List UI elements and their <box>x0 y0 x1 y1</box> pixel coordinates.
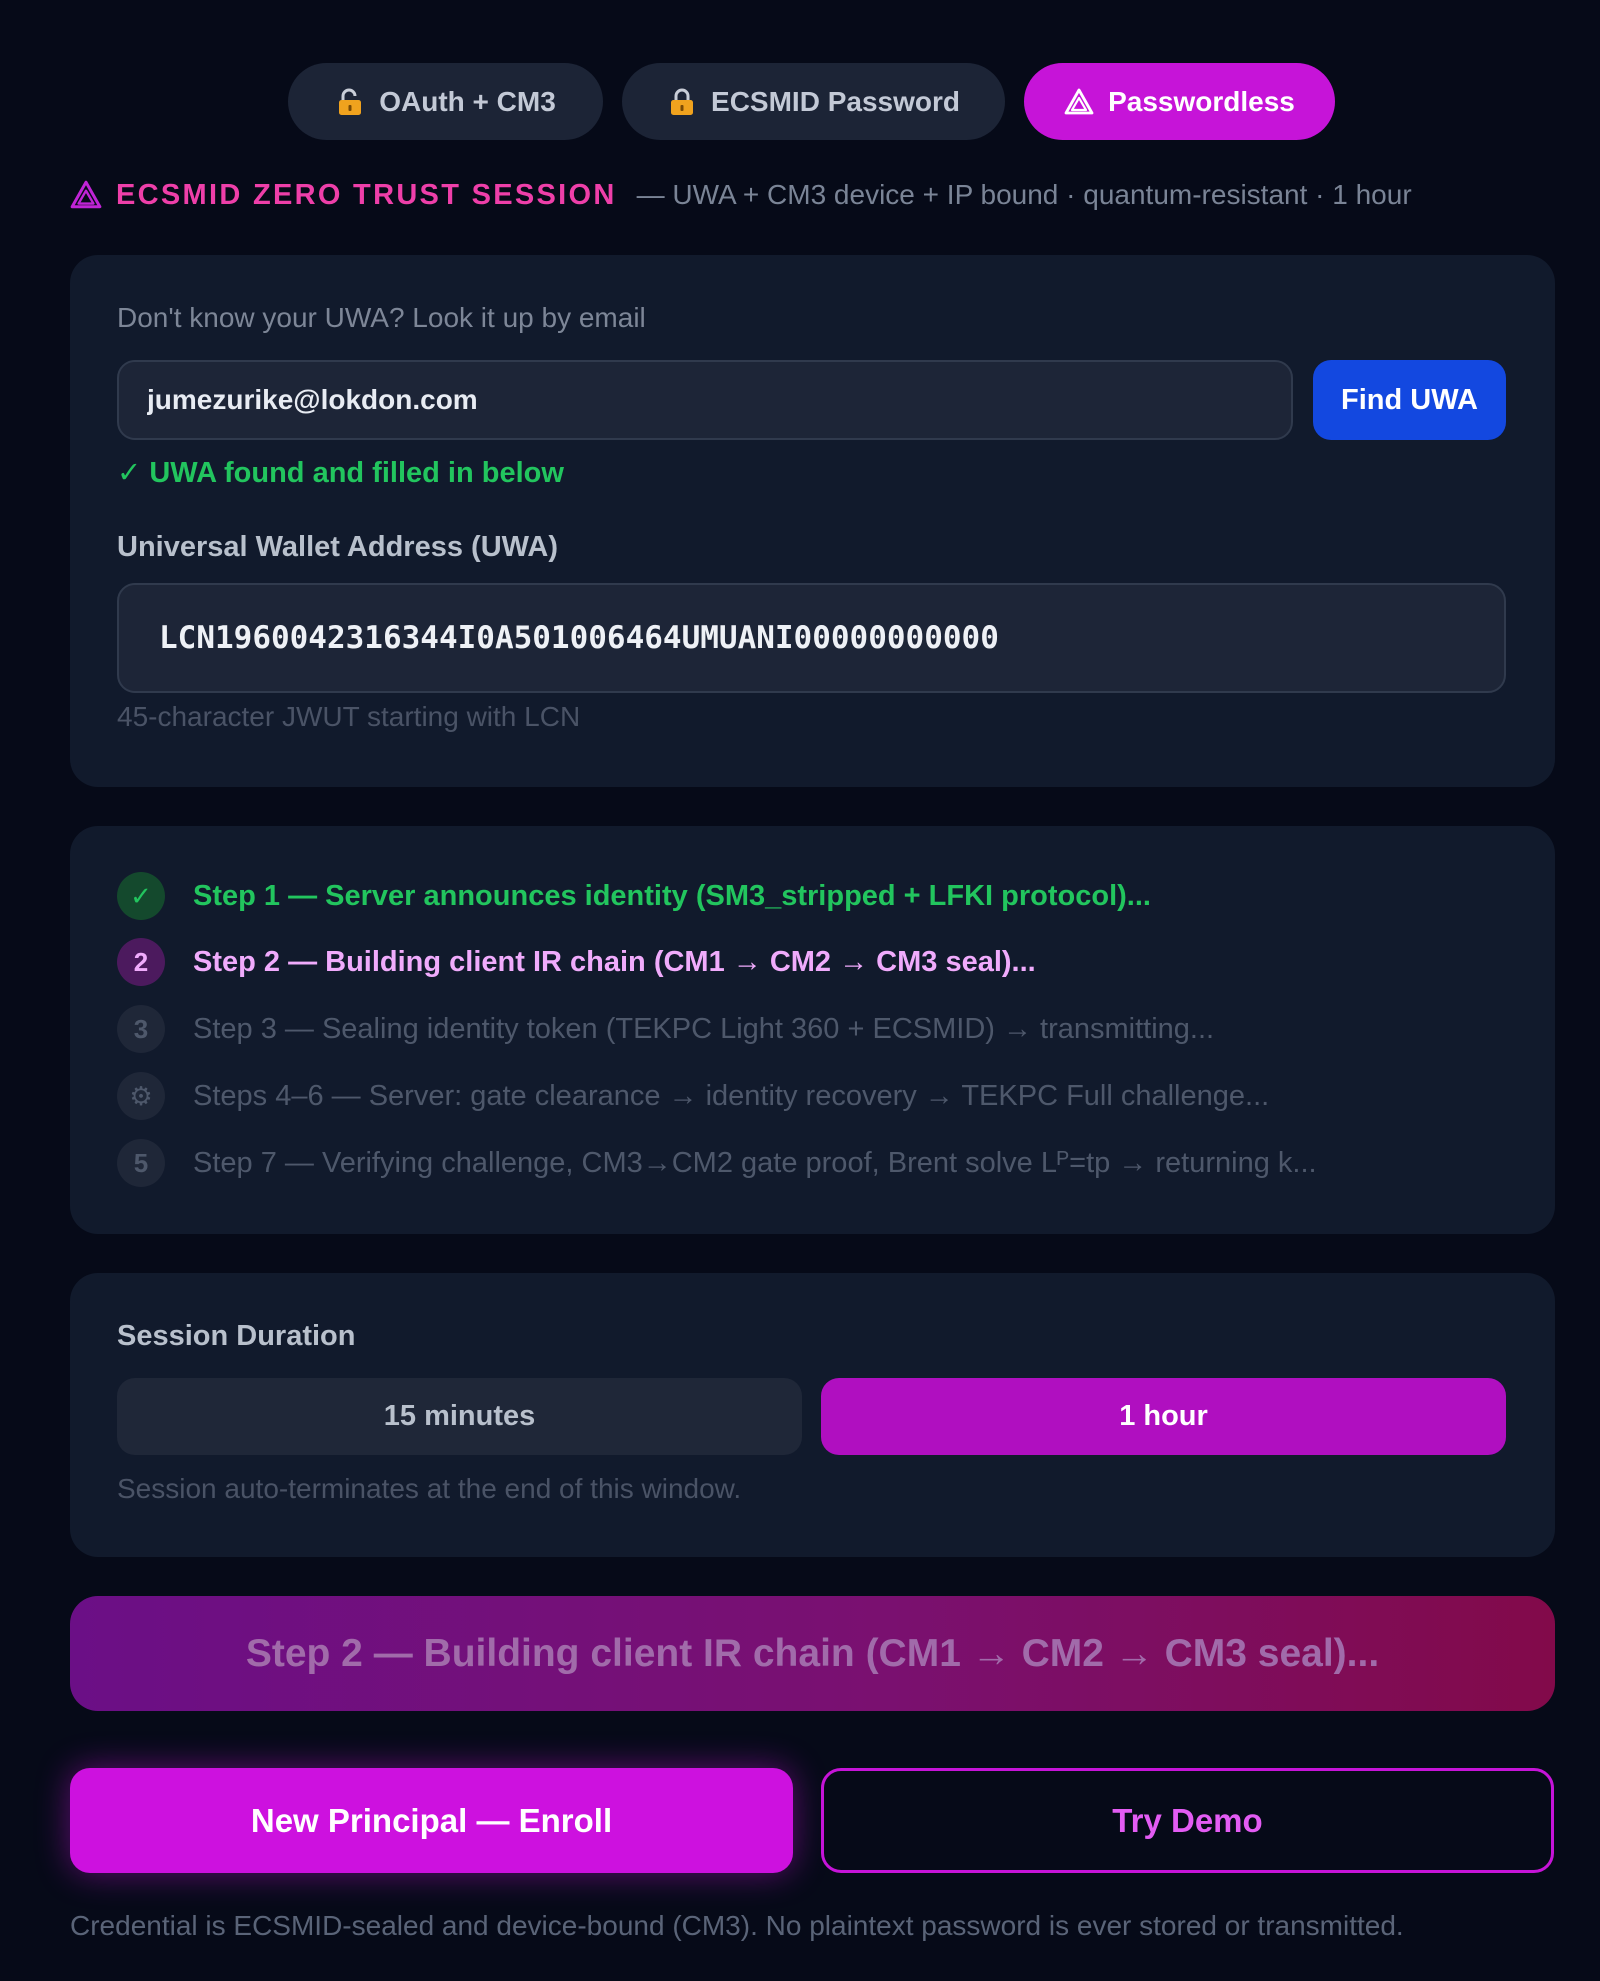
step-item: 5 Step 7 — Verifying challenge, CM3→CM2 … <box>117 1138 1317 1188</box>
step-item: 3 Step 3 — Sealing identity token (TEKPC… <box>117 1004 1214 1054</box>
tab-passwordless-label: Passwordless <box>1108 85 1295 117</box>
uwa-input[interactable] <box>117 583 1506 693</box>
enroll-button[interactable]: New Principal — Enroll <box>70 1768 793 1873</box>
uwa-found-status: ✓ UWA found and filled in below <box>117 457 564 489</box>
auth-steps-card: ✓ Step 1 — Server announces identity (SM… <box>70 826 1555 1234</box>
tab-ecsmid-password-label: ECSMID Password <box>711 85 960 117</box>
auth-method-tabs: OAuth + CM3 ECSMID Password Passwordless <box>0 63 1600 140</box>
unlock-icon <box>335 87 365 117</box>
find-uwa-button[interactable]: Find UWA <box>1313 360 1506 440</box>
duration-option-15-minutes[interactable]: 15 minutes <box>117 1378 802 1455</box>
step-check-icon: ✓ <box>117 872 165 920</box>
step-number-badge: 5 <box>117 1139 165 1187</box>
login-page: OAuth + CM3 ECSMID Password Passwordless <box>0 0 1600 1981</box>
step-text: Steps 4–6 — Server: gate clearance → ide… <box>193 1079 1270 1112</box>
step-text: Step 2 — Building client IR chain (CM1 →… <box>193 945 1036 978</box>
step-number-badge: 3 <box>117 1005 165 1053</box>
zero-trust-header: ECSMID ZERO TRUST SESSION — UWA + CM3 de… <box>70 175 1412 215</box>
tab-oauth-cm3[interactable]: OAuth + CM3 <box>288 63 603 140</box>
tab-ecsmid-password[interactable]: ECSMID Password <box>622 63 1005 140</box>
step-item: 2 Step 2 — Building client IR chain (CM1… <box>117 937 1036 987</box>
zero-trust-subtitle: — UWA + CM3 device + IP bound · quantum-… <box>636 179 1412 210</box>
progress-banner: Step 2 — Building client IR chain (CM1 →… <box>70 1596 1555 1711</box>
step-number-badge: 2 <box>117 938 165 986</box>
tab-passwordless[interactable]: Passwordless <box>1024 63 1335 140</box>
step-text: Step 1 — Server announces identity (SM3_… <box>193 879 1151 912</box>
step-item: ✓ Step 1 — Server announces identity (SM… <box>117 871 1151 921</box>
warning-triangle-icon <box>70 179 102 211</box>
uwa-hint: 45-character JWUT starting with LCN <box>117 701 581 732</box>
tab-oauth-cm3-label: OAuth + CM3 <box>379 85 556 117</box>
step-text: Step 7 — Verifying challenge, CM3→CM2 ga… <box>193 1146 1317 1179</box>
session-duration-hint: Session auto-terminates at the end of th… <box>117 1473 742 1504</box>
uwa-label: Universal Wallet Address (UWA) <box>117 531 559 563</box>
step-text: Step 3 — Sealing identity token (TEKPC L… <box>193 1012 1215 1045</box>
email-input[interactable] <box>117 360 1293 440</box>
footer-note: Credential is ECSMID-sealed and device-b… <box>70 1910 1404 1941</box>
lock-icon <box>667 87 697 117</box>
step-gear-icon: ⚙ <box>117 1072 165 1120</box>
session-duration-card: Session Duration 15 minutes 1 hour Sessi… <box>70 1273 1555 1557</box>
email-lookup-label: Don't know your UWA? Look it up by email <box>117 302 646 333</box>
duration-option-1-hour[interactable]: 1 hour <box>821 1378 1506 1455</box>
zero-trust-title: ECSMID ZERO TRUST SESSION <box>116 178 617 211</box>
try-demo-button[interactable]: Try Demo <box>821 1768 1554 1873</box>
session-duration-label: Session Duration <box>117 1320 356 1352</box>
step-item: ⚙ Steps 4–6 — Server: gate clearance → i… <box>117 1071 1269 1121</box>
uwa-card: Don't know your UWA? Look it up by email… <box>70 255 1555 787</box>
warning-triangle-icon <box>1064 87 1094 117</box>
